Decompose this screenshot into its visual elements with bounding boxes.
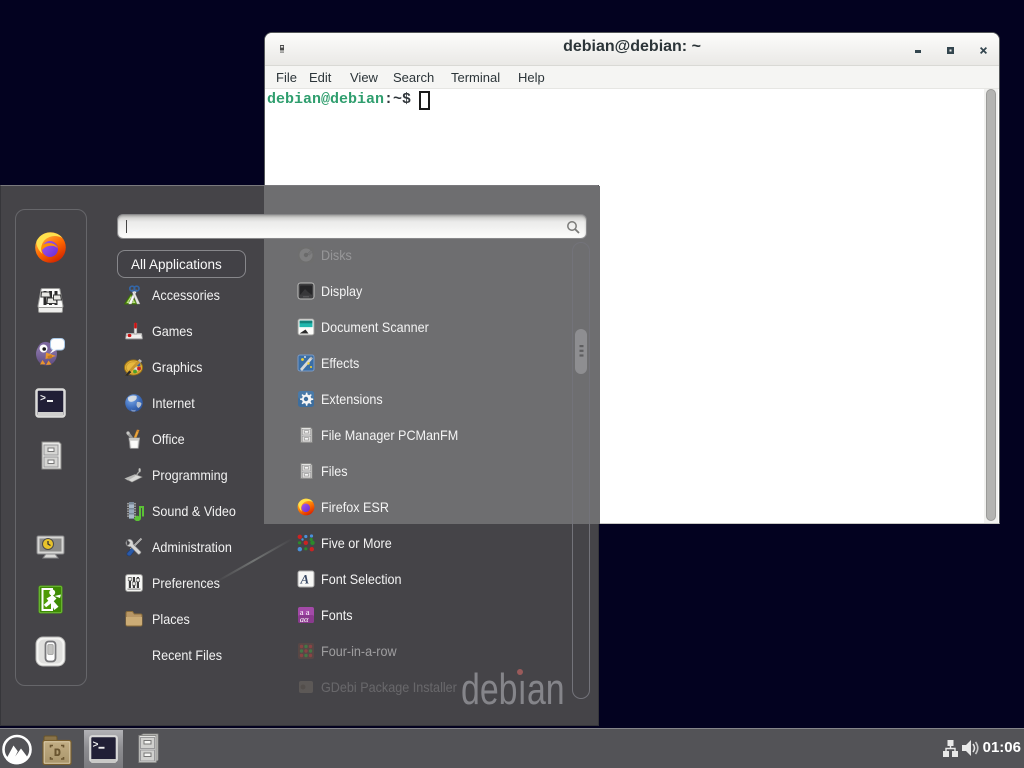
svg-text:>: >: [40, 394, 46, 405]
svg-text:A: A: [300, 572, 310, 587]
svg-text:aα: aα: [300, 614, 309, 624]
svg-text:>: >: [93, 741, 99, 752]
